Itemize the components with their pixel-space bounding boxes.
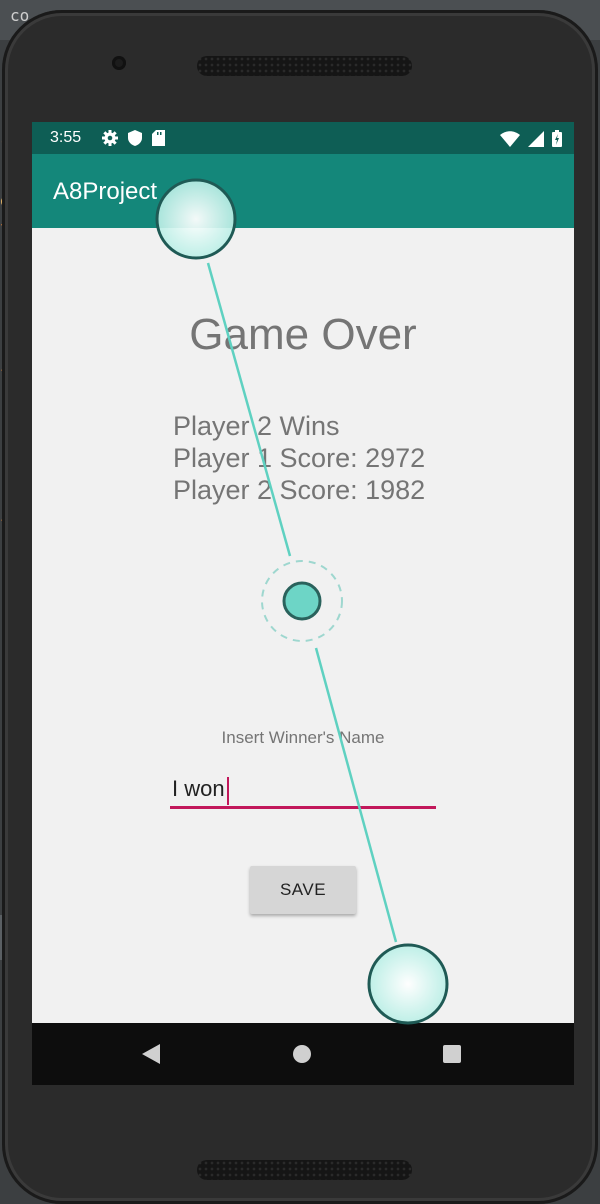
gesture-line	[314, 647, 398, 943]
gesture-overlay	[155, 178, 449, 1025]
gesture-center-dot[interactable]	[282, 581, 322, 621]
touch-point-bottom[interactable]	[367, 943, 449, 1025]
touch-point-top[interactable]	[155, 178, 237, 260]
gesture-line	[206, 262, 292, 557]
